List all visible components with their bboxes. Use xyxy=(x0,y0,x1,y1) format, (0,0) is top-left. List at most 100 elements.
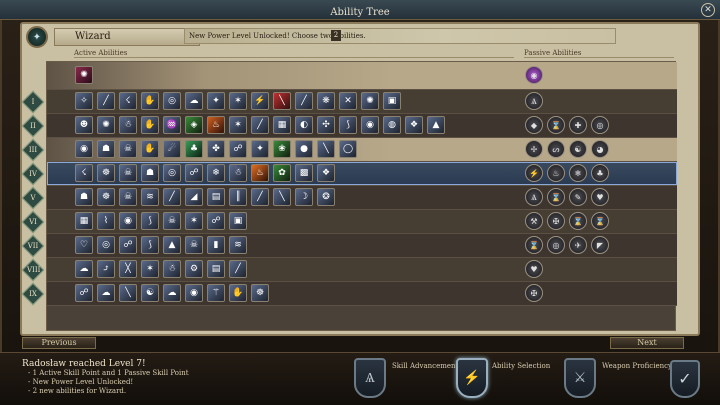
ability-icon[interactable]: ▣ xyxy=(383,92,401,110)
ability-icon[interactable]: ☇ xyxy=(75,164,93,182)
passive-icon[interactable]: ☯ xyxy=(569,140,587,158)
ability-icon[interactable]: ⚚ xyxy=(207,284,225,302)
ability-selection-step-icon[interactable]: ⚡ xyxy=(456,358,488,398)
ability-icon[interactable]: ☄ xyxy=(163,140,181,158)
ability-icon[interactable]: ❀ xyxy=(273,140,291,158)
ability-icon[interactable]: ╳ xyxy=(119,260,137,278)
ability-icon[interactable]: ▦ xyxy=(273,116,291,134)
ability-icon[interactable]: ☃ xyxy=(229,164,247,182)
ability-icon[interactable]: ✶ xyxy=(185,212,203,230)
ability-icon[interactable]: ☃ xyxy=(163,260,181,278)
ability-icon[interactable]: ✧ xyxy=(75,92,93,110)
skill-advancement-step-icon[interactable]: Ѧ xyxy=(354,358,386,398)
ability-icon[interactable]: ✋ xyxy=(141,92,159,110)
ability-icon[interactable]: ╱ xyxy=(229,260,247,278)
ability-icon[interactable]: ☗ xyxy=(141,164,159,182)
ability-icon[interactable]: ⟆ xyxy=(339,116,357,134)
ability-icon[interactable]: ✺ xyxy=(97,116,115,134)
close-icon[interactable]: ✕ xyxy=(701,3,715,17)
ability-icon[interactable]: ● xyxy=(295,140,313,158)
ability-icon[interactable]: ≋ xyxy=(141,188,159,206)
ability-icon[interactable]: ♣ xyxy=(185,140,203,158)
base-passive-icon[interactable]: ◉ xyxy=(525,66,543,84)
ability-icon[interactable]: ▩ xyxy=(295,164,313,182)
ability-icon[interactable]: ▲ xyxy=(427,116,445,134)
ability-icon[interactable]: ✣ xyxy=(317,116,335,134)
ability-icon[interactable]: ☯ xyxy=(141,284,159,302)
ability-icon[interactable]: ⚙ xyxy=(185,260,203,278)
ability-icon[interactable]: ▤ xyxy=(207,260,225,278)
passive-icon[interactable]: ◎ xyxy=(591,116,609,134)
ability-icon[interactable]: ☠ xyxy=(163,212,181,230)
previous-button[interactable]: Previous xyxy=(22,337,96,349)
ability-icon[interactable]: ⤴ xyxy=(97,260,115,278)
ability-icon[interactable]: ☠ xyxy=(119,164,137,182)
ability-icon[interactable]: ✤ xyxy=(207,140,225,158)
passive-icon[interactable]: ✠ xyxy=(547,212,565,230)
passive-icon[interactable]: ◎ xyxy=(547,236,565,254)
ability-icon[interactable]: ☠ xyxy=(185,236,203,254)
passive-icon[interactable]: ⚡ xyxy=(525,164,543,182)
passive-icon[interactable]: ❄ xyxy=(569,164,587,182)
ability-icon[interactable]: ≋ xyxy=(229,236,247,254)
ability-icon[interactable]: ☃ xyxy=(119,116,137,134)
ability-icon[interactable]: ▤ xyxy=(207,188,225,206)
ability-icon[interactable]: ☻ xyxy=(75,116,93,134)
ability-icon[interactable]: ╱ xyxy=(295,92,313,110)
passive-icon[interactable]: ♥ xyxy=(591,188,609,206)
level-row-4[interactable]: IV ☇ ☸ ☠ ☗ ◎ ☍ ❄ ☃ ♨ ✿ ▩ ❖ ⚡ ♨ ❄ ♣ xyxy=(21,162,677,186)
ability-icon[interactable]: ❖ xyxy=(317,164,335,182)
ability-icon[interactable]: ✋ xyxy=(141,140,159,158)
passive-icon[interactable]: ⌛ xyxy=(525,236,543,254)
ability-icon[interactable]: ◯ xyxy=(339,140,357,158)
ability-icon[interactable]: ♒ xyxy=(163,116,181,134)
passive-icon[interactable]: ✈ xyxy=(569,236,587,254)
ability-icon[interactable]: ◈ xyxy=(185,116,203,134)
passive-icon[interactable]: ♨ xyxy=(547,164,565,182)
passive-icon[interactable]: ◆ xyxy=(525,116,543,134)
passive-icon[interactable]: ⌛ xyxy=(591,212,609,230)
passive-icon[interactable]: ♥ xyxy=(525,260,543,278)
ability-icon[interactable]: ◎ xyxy=(163,164,181,182)
passive-icon[interactable]: Ѧ xyxy=(525,92,543,110)
ability-icon[interactable]: ╲ xyxy=(273,188,291,206)
ability-icon[interactable]: ✿ xyxy=(273,164,291,182)
ability-icon[interactable]: ▲ xyxy=(163,236,181,254)
ability-icon[interactable]: ▦ xyxy=(75,212,93,230)
passive-icon[interactable]: ✢ xyxy=(525,140,543,158)
confirm-check-icon[interactable]: ✓ xyxy=(670,360,700,398)
ability-icon[interactable]: ☗ xyxy=(75,188,93,206)
ability-icon[interactable]: ☗ xyxy=(97,140,115,158)
ability-icon[interactable]: ☇ xyxy=(119,92,137,110)
ability-icon[interactable]: ╲ xyxy=(273,92,291,110)
ability-icon[interactable]: ◎ xyxy=(97,236,115,254)
ability-icon[interactable]: ☍ xyxy=(75,284,93,302)
weapon-proficiency-step-icon[interactable]: ⚔ xyxy=(564,358,596,398)
ability-icon[interactable]: ❄ xyxy=(207,164,225,182)
ability-icon[interactable]: ◐ xyxy=(295,116,313,134)
ability-icon[interactable]: ❖ xyxy=(405,116,423,134)
passive-icon[interactable]: ✚ xyxy=(569,116,587,134)
ability-icon[interactable]: ☸ xyxy=(251,284,269,302)
base-ability-icon[interactable]: ✺ xyxy=(75,66,93,84)
ability-icon[interactable]: ◉ xyxy=(119,212,137,230)
wizard-class-icon[interactable]: ✦ xyxy=(26,26,48,48)
ability-icon[interactable]: ✶ xyxy=(229,92,247,110)
ability-icon[interactable]: ☍ xyxy=(185,164,203,182)
ability-icon[interactable]: ☍ xyxy=(119,236,137,254)
passive-icon[interactable]: ⌛ xyxy=(547,188,565,206)
ability-icon[interactable]: ✦ xyxy=(251,140,269,158)
ability-icon[interactable]: ✕ xyxy=(339,92,357,110)
ability-icon[interactable]: ◢ xyxy=(185,188,203,206)
passive-icon[interactable]: ♣ xyxy=(591,164,609,182)
ability-icon[interactable]: ✋ xyxy=(229,284,247,302)
passive-icon[interactable]: ᔕ xyxy=(547,140,565,158)
ability-icon[interactable]: ☸ xyxy=(97,188,115,206)
ability-icon[interactable]: ☽ xyxy=(295,188,313,206)
ability-icon[interactable]: ☁ xyxy=(97,284,115,302)
ability-icon[interactable]: ▮ xyxy=(207,236,225,254)
ability-icon[interactable]: ╱ xyxy=(163,188,181,206)
ability-icon[interactable]: ╱ xyxy=(251,116,269,134)
ability-icon[interactable]: ☁ xyxy=(75,260,93,278)
ability-icon[interactable]: ◍ xyxy=(383,116,401,134)
